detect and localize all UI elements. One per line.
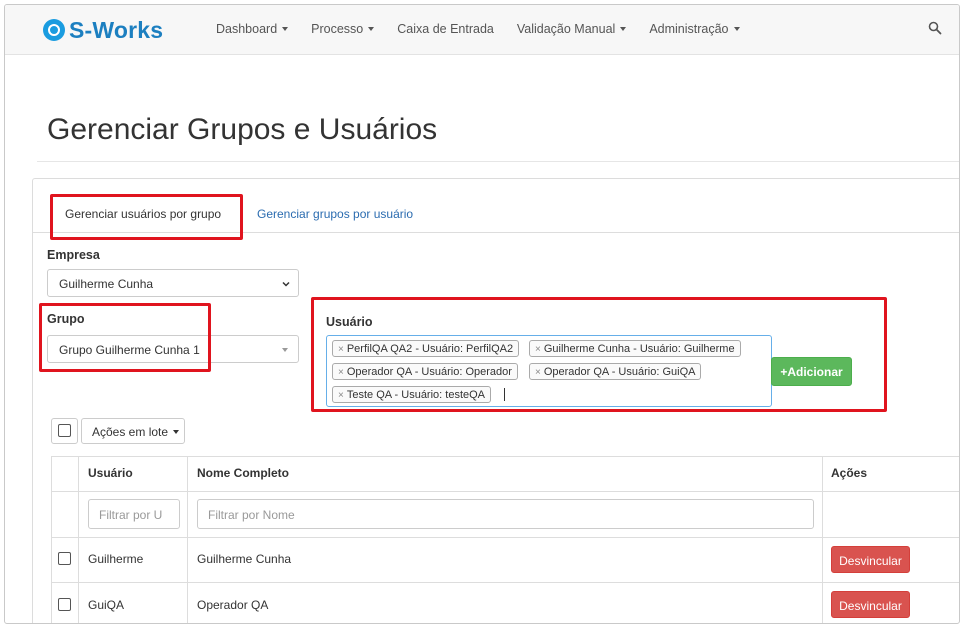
caret-down-icon [282,348,288,352]
select-all-wrapper[interactable] [51,418,78,444]
search-icon[interactable] [928,21,942,35]
table-border-left [51,456,52,623]
caret-down-icon [733,27,740,31]
highlight-box-tab [50,194,243,240]
caret-down-icon [173,430,180,434]
unlink-button[interactable]: Desvincular [831,546,910,573]
table-col-divider [822,456,823,623]
highlight-box-usuario [311,297,887,412]
table-col-divider [78,456,79,623]
nav-caixa-de-entrada[interactable]: Caixa de Entrada [397,22,494,36]
nav-dashboard-label: Dashboard [216,22,278,36]
column-header-usuario[interactable]: Usuário [88,466,133,480]
filter-usuario-input[interactable]: Filtrar por U [88,499,180,529]
row-checkbox[interactable] [58,552,71,565]
nav-administracao[interactable]: Administração [649,22,740,36]
page-title: Gerenciar Grupos e Usuários [47,113,438,146]
empresa-select[interactable]: Guilherme Cunha [47,269,299,297]
nav-processo-label: Processo [311,22,364,36]
tab-gerenciar-grupos-por-usuario[interactable]: Gerenciar grupos por usuário [257,207,413,221]
title-divider [37,161,959,162]
filter-usuario-placeholder: Filtrar por U [99,508,163,522]
filter-nome-placeholder: Filtrar por Nome [208,508,295,522]
column-header-acoes: Ações [831,466,868,480]
caret-down-icon [620,27,627,31]
nav-caixa-label: Caixa de Entrada [397,22,494,36]
empresa-select-value: Guilherme Cunha [59,277,154,291]
select-all-checkbox[interactable] [58,424,71,437]
row-checkbox[interactable] [58,598,71,611]
highlight-box-grupo [39,303,211,372]
cell-nome: Guilherme Cunha [197,552,292,566]
main-nav: Dashboard Processo Caixa de Entrada Vali… [216,22,763,36]
caret-down-icon [282,27,289,31]
brand-name: S-Works [69,17,164,43]
cell-nome: Operador QA [197,598,269,612]
nav-processo[interactable]: Processo [311,22,375,36]
cell-usuario: GuiQA [88,598,125,612]
cell-usuario: Guilherme [88,552,144,566]
bulk-actions-label: Ações em lote [92,425,169,439]
app-window: S-Works Dashboard Processo Caixa de Entr… [4,4,960,624]
column-header-nome-completo[interactable]: Nome Completo [197,466,289,480]
unlink-button[interactable]: Desvincular [831,591,910,618]
chevron-down-icon [282,281,290,287]
nav-administracao-label: Administração [649,22,729,36]
caret-down-icon [368,27,375,31]
bulk-actions-button[interactable]: Ações em lote [81,418,185,444]
brand-logo[interactable]: S-Works [43,18,163,42]
nav-validacao-manual[interactable]: Validação Manual [516,22,627,36]
nav-dashboard[interactable]: Dashboard [216,22,289,36]
logo-circle-icon [43,19,65,41]
empresa-label: Empresa [47,248,100,262]
filter-nome-input[interactable]: Filtrar por Nome [197,499,814,529]
top-navbar: S-Works Dashboard Processo Caixa de Entr… [5,5,959,55]
table-col-divider [187,456,188,623]
nav-validacao-label: Validação Manual [516,22,616,36]
